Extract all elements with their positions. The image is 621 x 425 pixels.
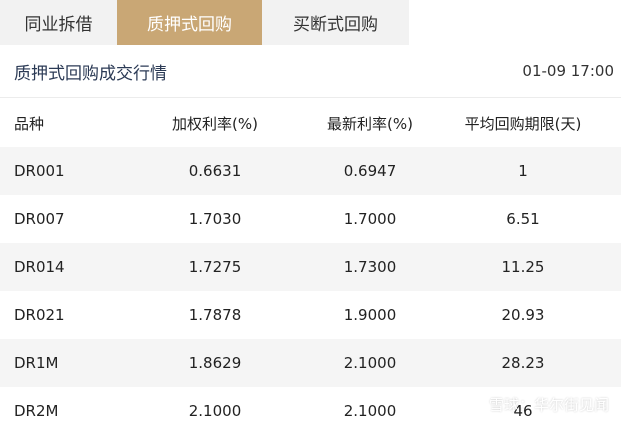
column-header-weighted-rate: 加权利率(%): [172, 114, 258, 133]
section-title: 质押式回购成交行情: [14, 63, 167, 84]
cell-variety: DR021: [14, 306, 65, 324]
tab-bar: 同业拆借 质押式回购 买断式回购: [0, 0, 621, 45]
cell-latest-rate: 0.6947: [343, 162, 397, 180]
watermark: 雪球：华尔街见闻: [467, 394, 609, 415]
column-header-variety: 品种: [14, 114, 45, 133]
snowball-logo-icon: [467, 395, 485, 414]
tab-outright-repo[interactable]: 买断式回购: [262, 0, 409, 45]
cell-weighted-rate: 2.1000: [188, 402, 242, 420]
watermark-text: 雪球：华尔街见闻: [488, 396, 609, 414]
cell-avg-term: 1: [518, 162, 528, 180]
cell-latest-rate: 2.1000: [343, 402, 397, 420]
table-row[interactable]: DR1M 1.8629 2.1000 28.23: [0, 339, 621, 387]
cell-avg-term: 6.51: [506, 210, 540, 228]
tab-pledged-repo[interactable]: 质押式回购: [117, 0, 262, 45]
cell-weighted-rate: 1.7878: [188, 306, 242, 324]
tab-interbank-lending[interactable]: 同业拆借: [0, 0, 117, 45]
cell-weighted-rate: 1.8629: [188, 354, 242, 372]
cell-variety: DR007: [14, 210, 65, 228]
table-row[interactable]: DR014 1.7275 1.7300 11.25: [0, 243, 621, 291]
section-header: 质押式回购成交行情 01-09 17:00: [0, 45, 621, 98]
cell-variety: DR001: [14, 162, 65, 180]
cell-variety: DR1M: [14, 354, 59, 372]
table-row[interactable]: DR001 0.6631 0.6947 1: [0, 147, 621, 195]
table-row[interactable]: DR021 1.7878 1.9000 20.93: [0, 291, 621, 339]
repo-rate-table: 品种 加权利率(%) 最新利率(%) 平均回购期限(天) DR001 0.663…: [0, 99, 621, 425]
cell-latest-rate: 1.9000: [343, 306, 397, 324]
cell-weighted-rate: 1.7030: [188, 210, 242, 228]
cell-weighted-rate: 1.7275: [188, 258, 242, 276]
tab-bar-filler: [409, 0, 621, 45]
column-header-latest-rate: 最新利率(%): [327, 114, 413, 133]
cell-variety: DR2M: [14, 402, 59, 420]
cell-latest-rate: 1.7300: [343, 258, 397, 276]
cell-weighted-rate: 0.6631: [188, 162, 242, 180]
cell-avg-term: 28.23: [501, 354, 545, 372]
cell-latest-rate: 2.1000: [343, 354, 397, 372]
cell-avg-term: 11.25: [501, 258, 545, 276]
cell-latest-rate: 1.7000: [343, 210, 397, 228]
cell-variety: DR014: [14, 258, 65, 276]
update-time: 01-09 17:00: [522, 62, 614, 80]
column-header-avg-term: 平均回购期限(天): [464, 114, 582, 133]
table-row[interactable]: DR007 1.7030 1.7000 6.51: [0, 195, 621, 243]
table-header-row: 品种 加权利率(%) 最新利率(%) 平均回购期限(天): [0, 99, 621, 147]
cell-avg-term: 20.93: [501, 306, 545, 324]
